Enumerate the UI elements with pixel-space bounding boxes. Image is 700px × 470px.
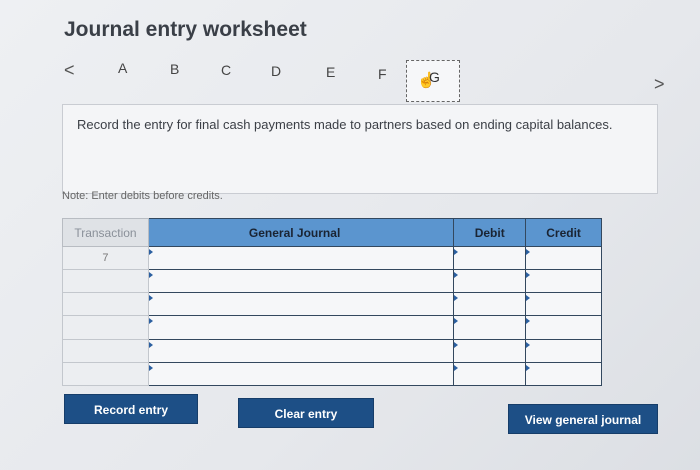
general-journal-header: General Journal xyxy=(147,218,455,247)
view-general-journal-button[interactable]: View general journal xyxy=(508,404,658,434)
table-row xyxy=(62,361,602,387)
tab-f[interactable]: F xyxy=(378,66,387,82)
account-dropdown[interactable] xyxy=(147,245,455,271)
clear-entry-button[interactable]: Clear entry xyxy=(238,398,374,428)
instruction-text: Record the entry for final cash payments… xyxy=(77,117,613,132)
transaction-cell xyxy=(62,338,149,363)
account-dropdown[interactable] xyxy=(147,315,455,340)
credit-input[interactable] xyxy=(525,361,602,387)
credit-input[interactable] xyxy=(525,315,602,340)
record-entry-button[interactable]: Record entry xyxy=(64,394,198,424)
table-row xyxy=(62,315,602,340)
tab-a[interactable]: A xyxy=(118,60,127,76)
table-row xyxy=(62,292,602,317)
table-row xyxy=(62,269,602,294)
debit-input[interactable] xyxy=(453,338,527,363)
tab-g[interactable]: ☝ G xyxy=(406,60,460,102)
tab-e[interactable]: E xyxy=(326,64,335,80)
account-dropdown[interactable] xyxy=(147,361,455,387)
previous-arrow-icon[interactable]: < xyxy=(64,60,75,81)
credit-header: Credit xyxy=(525,218,602,247)
tab-g-label: G xyxy=(429,69,440,85)
journal-table: Transaction General Journal Debit Credit… xyxy=(62,218,602,387)
transaction-header: Transaction xyxy=(62,218,149,247)
transaction-cell: 7 xyxy=(62,245,149,271)
debit-input[interactable] xyxy=(453,269,527,294)
credit-input[interactable] xyxy=(525,269,602,294)
note-text: Note: Enter debits before credits. xyxy=(62,190,223,202)
debit-header: Debit xyxy=(453,218,527,247)
instruction-box: Record the entry for final cash payments… xyxy=(62,104,658,194)
tab-d[interactable]: D xyxy=(271,63,281,79)
credit-input[interactable] xyxy=(525,292,602,317)
transaction-cell xyxy=(62,292,149,317)
tab-c[interactable]: C xyxy=(221,62,231,78)
tab-strip: A B C D E F ☝ G xyxy=(100,60,480,102)
debit-input[interactable] xyxy=(453,292,527,317)
account-dropdown[interactable] xyxy=(147,292,455,317)
tab-b[interactable]: B xyxy=(170,61,179,77)
table-row xyxy=(62,338,602,363)
transaction-cell xyxy=(62,315,149,340)
table-header-row: Transaction General Journal Debit Credit xyxy=(62,218,602,247)
credit-input[interactable] xyxy=(525,245,602,271)
account-dropdown[interactable] xyxy=(147,338,455,363)
page-title: Journal entry worksheet xyxy=(64,18,307,41)
account-dropdown[interactable] xyxy=(147,269,455,294)
next-arrow-icon[interactable]: > xyxy=(654,74,665,95)
table-row: 7 xyxy=(62,245,602,271)
credit-input[interactable] xyxy=(525,338,602,363)
transaction-cell xyxy=(62,269,149,294)
worksheet-page: Journal entry worksheet < A B C D E F ☝ … xyxy=(0,0,700,470)
transaction-cell xyxy=(62,361,149,387)
debit-input[interactable] xyxy=(453,315,527,340)
debit-input[interactable] xyxy=(453,361,527,387)
debit-input[interactable] xyxy=(453,245,527,271)
